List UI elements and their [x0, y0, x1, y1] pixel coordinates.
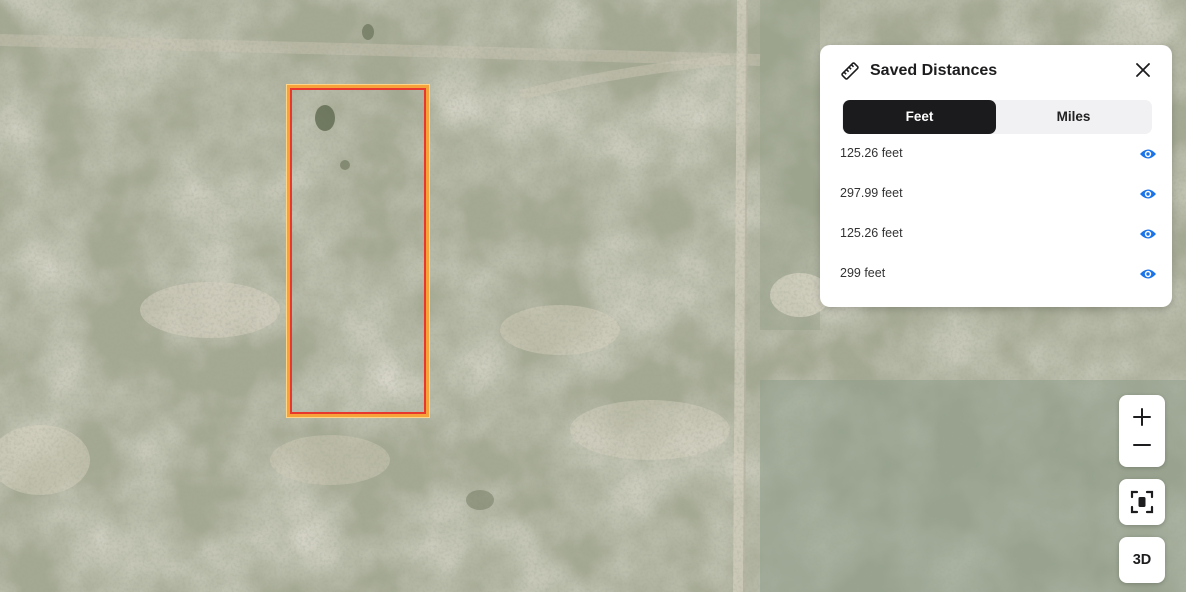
focus-icon [1130, 490, 1154, 514]
3d-view-button[interactable]: 3D [1119, 537, 1165, 583]
eye-icon[interactable] [1139, 267, 1157, 281]
panel-title: Saved Distances [870, 62, 998, 79]
distance-row: 297.99 feet [840, 183, 1156, 223]
unit-toggle: Feet Miles [842, 100, 1152, 134]
distance-value: 125.26 feet [840, 146, 903, 160]
distance-value: 297.99 feet [840, 186, 903, 200]
recenter-button[interactable] [1119, 479, 1165, 525]
zoom-out-button[interactable] [1119, 431, 1165, 467]
ruler-icon [840, 61, 860, 81]
plus-icon [1133, 408, 1151, 426]
saved-distances-panel: Saved Distances Feet Miles 125.26 feet 2… [820, 45, 1172, 307]
distance-value: 125.26 feet [840, 226, 903, 240]
distance-row: 125.26 feet [840, 223, 1156, 263]
eye-icon[interactable] [1139, 187, 1157, 201]
close-icon [1136, 63, 1150, 77]
parcel-boundary[interactable] [287, 85, 429, 417]
unit-miles-button[interactable]: Miles [997, 100, 1150, 134]
eye-icon[interactable] [1139, 227, 1157, 241]
unit-feet-button[interactable]: Feet [843, 100, 996, 134]
distance-row: 299 feet [840, 263, 1156, 303]
eye-icon[interactable] [1139, 147, 1157, 161]
minus-icon [1133, 444, 1151, 446]
distance-list: 125.26 feet 297.99 feet 125.26 feet 299 … [840, 143, 1156, 303]
close-button[interactable] [1132, 59, 1154, 81]
zoom-controls [1119, 395, 1165, 467]
zoom-in-button[interactable] [1119, 395, 1165, 431]
distance-row: 125.26 feet [840, 143, 1156, 183]
distance-value: 299 feet [840, 266, 886, 280]
panel-header: Saved Distances [840, 59, 1156, 83]
